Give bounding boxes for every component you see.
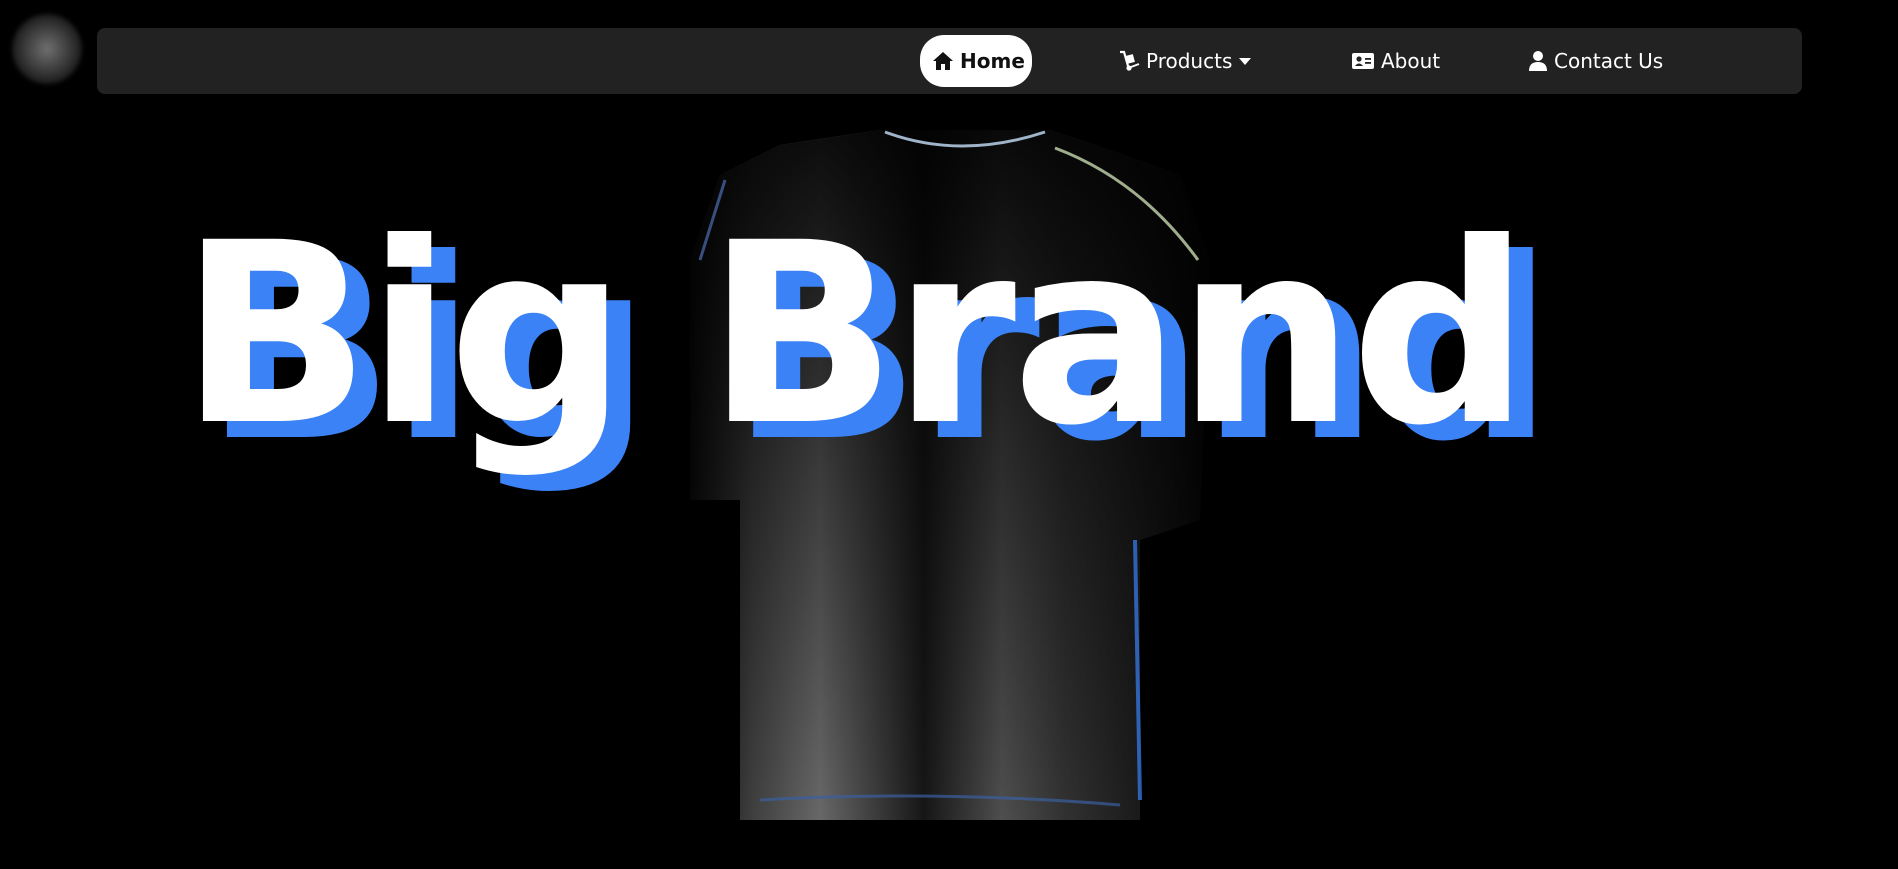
nav-about-link[interactable]: About [1351, 35, 1440, 87]
brand-logo[interactable] [12, 14, 82, 84]
nav-home-label: Home [960, 49, 1025, 73]
nav-about-label: About [1381, 49, 1441, 73]
nav-products-label: Products [1146, 49, 1233, 73]
hero-section: Big Brand [0, 210, 1898, 550]
dolly-icon [1118, 50, 1140, 72]
nav-products-dropdown[interactable]: Products [1118, 35, 1252, 87]
navbar: Home Products About Contact Us [97, 28, 1802, 94]
nav-home-link[interactable]: Home [920, 35, 1032, 87]
nav-contact-label: Contact Us [1554, 49, 1664, 73]
hero-title: Big Brand [180, 189, 1530, 480]
nav-contact-link[interactable]: Contact Us [1528, 35, 1663, 87]
id-card-icon [1351, 51, 1375, 71]
home-icon [932, 51, 954, 71]
caret-down-icon [1238, 56, 1252, 66]
user-icon [1528, 50, 1548, 72]
page: Home Products About Contact Us Big Brand [0, 0, 1898, 869]
